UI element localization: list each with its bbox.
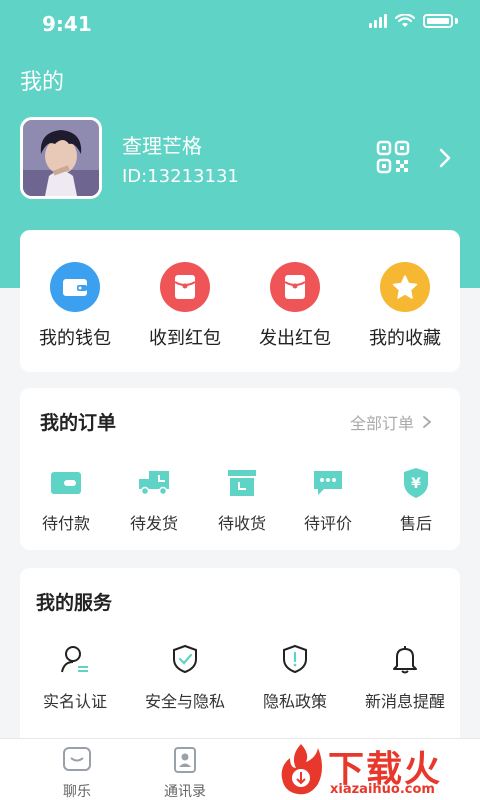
services-title: 我的服务 <box>36 592 113 614</box>
svg-text:¥: ¥ <box>411 476 421 492</box>
shield-check-icon <box>173 644 197 674</box>
chat-icon <box>63 747 91 771</box>
battery-icon <box>423 14 453 28</box>
pending-review-button[interactable]: 待评价 <box>288 468 368 534</box>
security-privacy-label: 安全与隐私 <box>144 692 225 711</box>
user-verify-icon <box>61 646 88 673</box>
shield-alert-icon <box>283 644 307 674</box>
yen-shield-icon: ¥ <box>376 468 456 498</box>
flame-logo-icon <box>281 744 322 795</box>
pending-receipt-button[interactable]: 待收货 <box>202 468 282 534</box>
chevron-right-icon <box>423 416 432 428</box>
watermark: 下载火 xiazaihuo.com <box>276 738 476 800</box>
comment-icon <box>288 468 368 498</box>
page-title: 我的 <box>20 70 65 95</box>
privacy-policy-label: 隐私政策 <box>262 692 327 711</box>
box-icon <box>202 468 282 498</box>
contacts-icon <box>174 747 196 773</box>
profile-id: ID:13213131 <box>122 166 239 187</box>
message-notification-label: 新消息提醒 <box>364 692 445 711</box>
tab-chat[interactable]: 聊乐 <box>32 747 122 800</box>
truck-icon <box>114 468 194 498</box>
received-red-envelope-button[interactable]: 收到红包 <box>130 262 240 350</box>
after-sales-button[interactable]: ¥ 售后 <box>376 468 456 534</box>
wallet-card: 我的钱包 收到红包 发出红包 我的收藏 <box>20 230 460 372</box>
battery-tip <box>455 18 458 24</box>
wallet-icon <box>50 262 100 312</box>
tab-contacts[interactable]: 通讯录 <box>140 747 230 800</box>
orders-title: 我的订单 <box>40 412 117 434</box>
red-envelope-icon <box>160 262 210 312</box>
after-sales-label: 售后 <box>399 514 432 533</box>
privacy-policy-button[interactable]: 隐私政策 <box>240 644 350 712</box>
all-orders-label: 全部订单 <box>349 414 414 433</box>
pending-payment-button[interactable]: 待付款 <box>26 468 106 534</box>
status-icons <box>369 14 458 28</box>
security-privacy-button[interactable]: 安全与隐私 <box>130 644 240 712</box>
bell-icon <box>393 646 417 674</box>
signal-icon <box>369 14 387 28</box>
favorites-button[interactable]: 我的收藏 <box>350 262 460 350</box>
all-orders-link[interactable]: 全部订单 <box>350 410 432 434</box>
received-red-envelope-label: 收到红包 <box>149 328 221 349</box>
red-envelope-icon <box>270 262 320 312</box>
real-name-auth-button[interactable]: 实名认证 <box>20 644 130 712</box>
star-icon <box>380 262 430 312</box>
pending-shipment-button[interactable]: 待发货 <box>114 468 194 534</box>
orders-card: 我的订单 全部订单 待付款 待发货 待收货 待评价 ¥ 售后 <box>20 388 460 550</box>
qr-code-icon[interactable] <box>376 140 410 174</box>
wifi-icon <box>395 14 415 27</box>
wallet-label: 我的钱包 <box>39 328 111 349</box>
pending-shipment-label: 待发货 <box>129 514 178 533</box>
tab-chat-label: 聊乐 <box>63 784 91 800</box>
status-time: 9:41 <box>42 12 92 36</box>
watermark-url: xiazaihuo.com <box>330 782 435 797</box>
profile-name: 查理芒格 <box>122 134 202 158</box>
pending-review-label: 待评价 <box>303 514 352 533</box>
sent-red-envelope-button[interactable]: 发出红包 <box>240 262 350 350</box>
chevron-right-icon[interactable] <box>436 146 454 170</box>
sent-red-envelope-label: 发出红包 <box>259 328 331 349</box>
message-notification-button[interactable]: 新消息提醒 <box>350 644 460 712</box>
pending-payment-label: 待付款 <box>41 514 90 533</box>
pending-receipt-label: 待收货 <box>217 514 266 533</box>
tab-contacts-label: 通讯录 <box>164 784 206 800</box>
wallet-button[interactable]: 我的钱包 <box>20 262 130 350</box>
status-bar: 9:41 <box>0 0 480 48</box>
avatar[interactable] <box>20 117 102 199</box>
favorites-label: 我的收藏 <box>369 328 441 349</box>
wallet-card-icon <box>26 468 106 498</box>
real-name-auth-label: 实名认证 <box>42 692 107 711</box>
